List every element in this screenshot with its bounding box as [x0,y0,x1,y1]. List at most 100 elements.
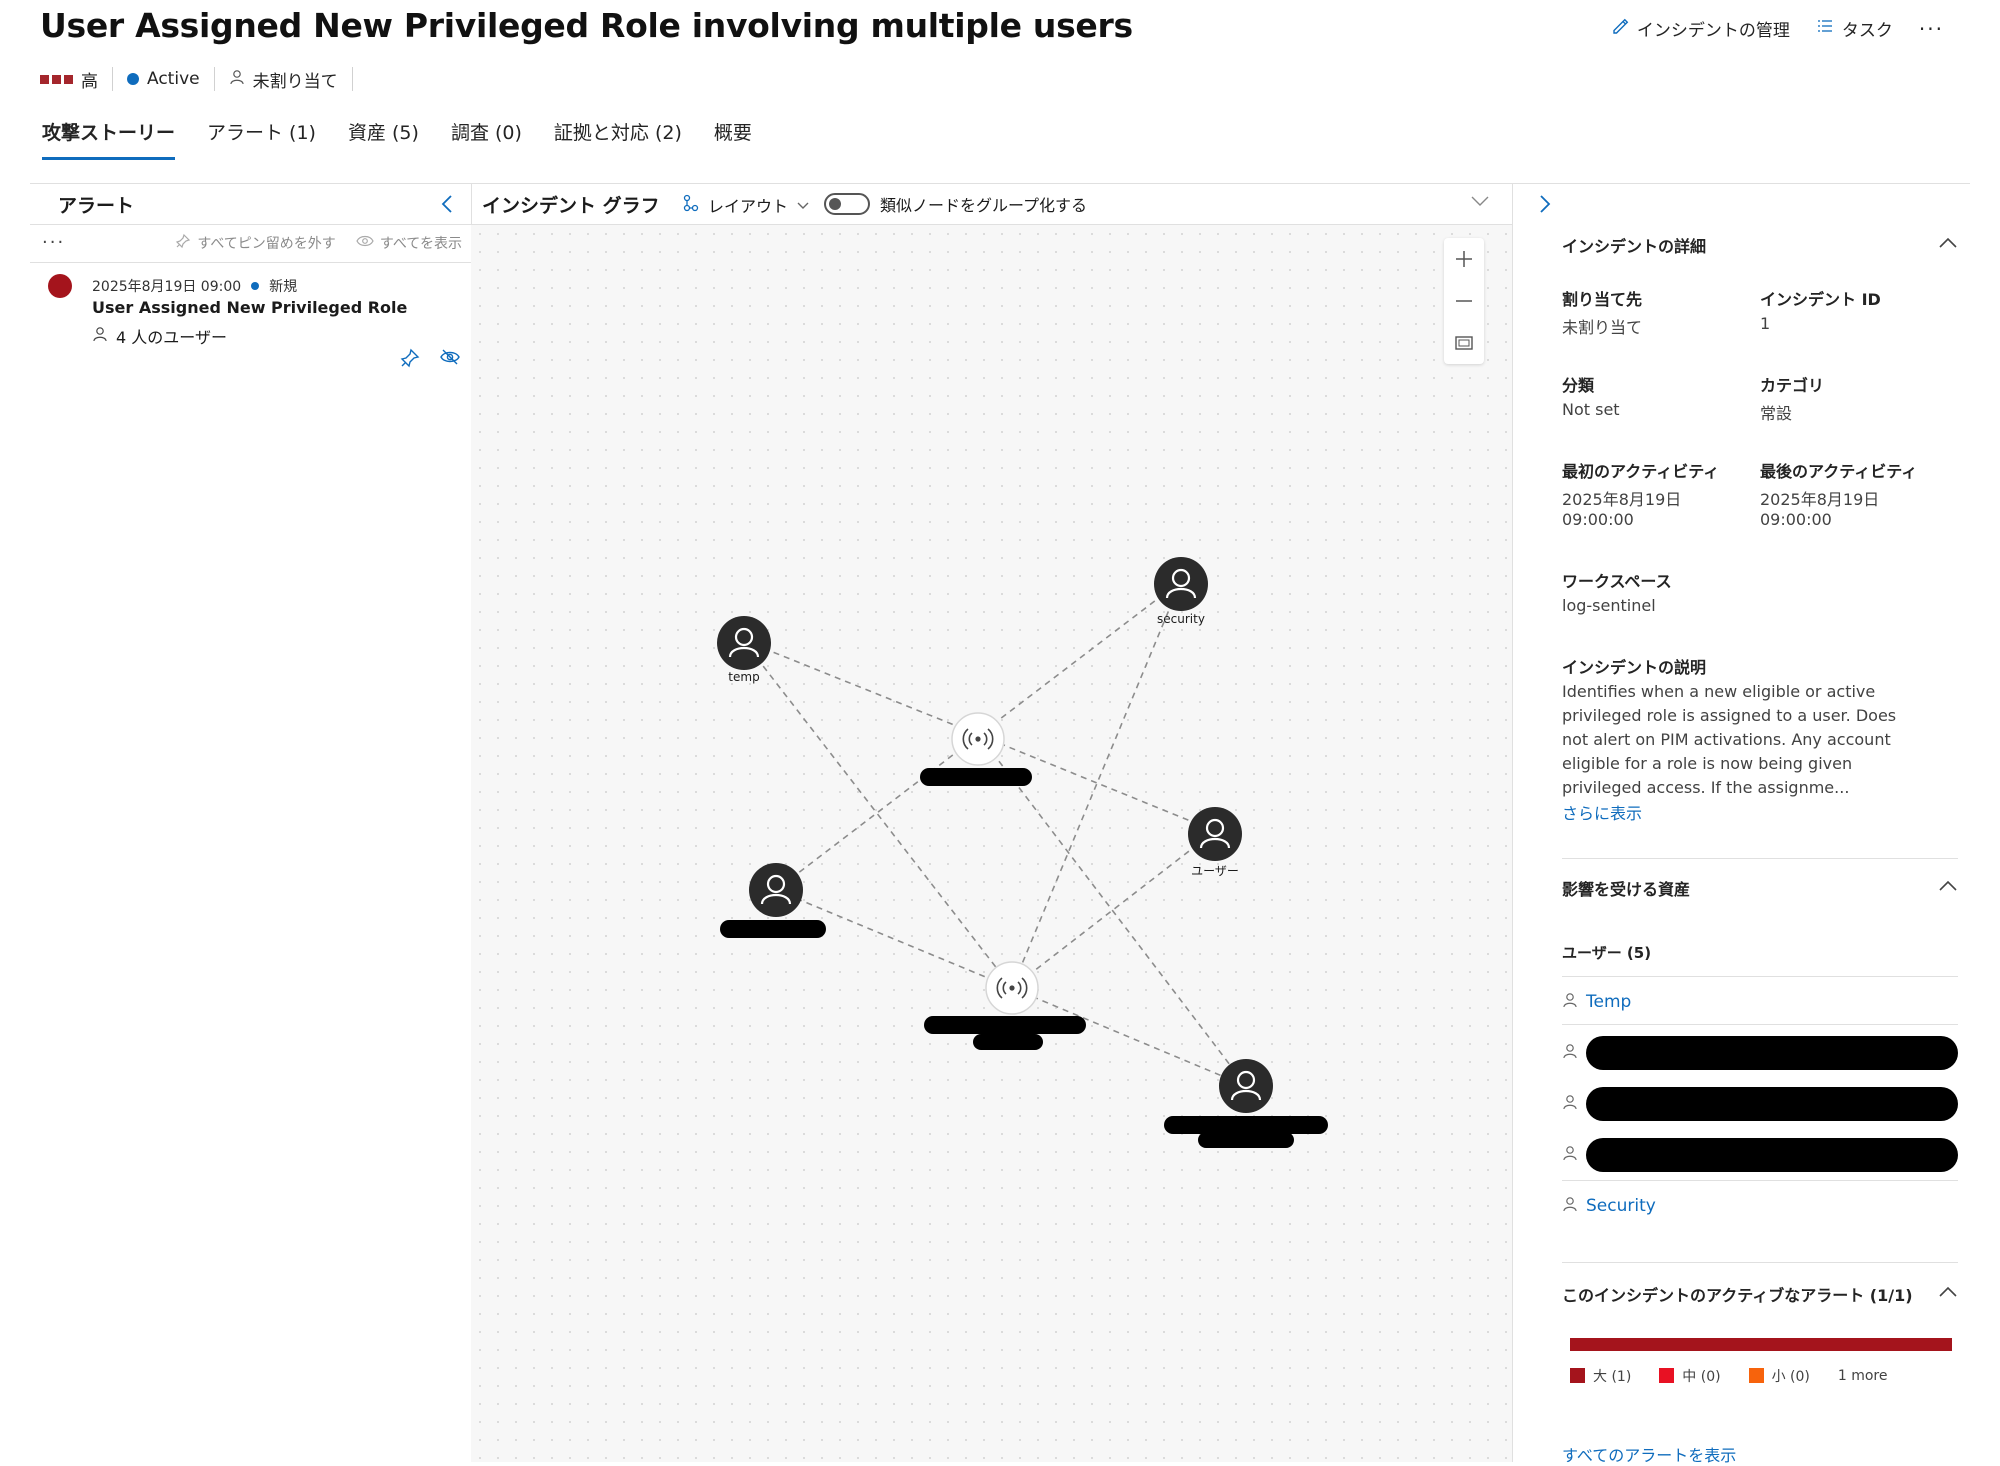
alerts-panel-title: アラート [58,195,135,217]
incident-id-value: 1 [1760,314,1771,333]
chevron-down-icon [796,196,810,215]
tasks-button[interactable]: タスク [1816,16,1893,41]
incident-id-label: インシデント ID [1760,290,1881,309]
tab-alerts[interactable]: アラート (1) [207,118,316,160]
divider [30,183,1970,184]
person-icon [1562,1094,1578,1115]
unpin-icon [175,233,191,253]
expand-details-button[interactable] [1538,194,1552,219]
alerts-more-button[interactable]: ··· [42,232,65,253]
more-actions-button[interactable]: ··· [1919,17,1944,41]
layout-dropdown[interactable]: レイアウト [682,193,810,217]
user-node-redacted-2[interactable] [1218,1058,1274,1114]
redacted-label [1198,1132,1294,1148]
asset-user-link[interactable]: Security [1586,1196,1656,1216]
group-nodes-toggle[interactable]: 類似ノードをグループ化する [824,192,1087,216]
assigned-to-label: 割り当て先 [1562,290,1643,309]
severity-legend: 大 (1) 中 (0) 小 (0) 1 more [1570,1366,1887,1386]
collapse-assets-button[interactable] [1938,877,1958,896]
user-node-redacted-1[interactable] [748,862,804,918]
divider [30,262,471,263]
legend-low-label: 小 (0) [1771,1369,1810,1385]
tab-assets[interactable]: 資産 (5) [348,118,419,160]
chevron-up-icon [1939,1286,1957,1297]
redacted-bar [1586,1087,1958,1121]
alerts-toolbar: ··· すべてピン留めを外す すべてを表示 [42,232,462,253]
collapse-details-button[interactable] [1938,234,1958,253]
chevron-up-icon [1939,237,1957,248]
alert-status: 新規 [269,279,298,295]
legend-more[interactable]: 1 more [1838,1368,1888,1384]
asset-user-redacted[interactable] [1562,1084,1958,1124]
user-node-security[interactable] [1153,556,1209,612]
user-node-temp[interactable] [716,615,772,671]
asset-user-security[interactable]: Security [1562,1186,1958,1226]
new-dot-icon [251,282,260,290]
category-value: 常設 [1760,404,1793,423]
affected-assets-header: 影響を受ける資産 [1562,880,1691,899]
graph-expand-button[interactable] [1470,192,1490,211]
legend-high-swatch [1570,1368,1585,1383]
header-actions: インシデントの管理 タスク ··· [1611,16,1944,41]
person-icon [229,69,245,90]
tab-investigations[interactable]: 調査 (0) [451,118,522,160]
tab-attack-story[interactable]: 攻撃ストーリー [42,118,176,160]
view-all-alerts-link[interactable]: すべてのアラートを表示 [1562,1442,1736,1466]
collapse-active-alerts-button[interactable] [1938,1283,1958,1302]
user-node-icon [1188,807,1242,861]
show-all-button[interactable]: すべてを表示 [356,233,462,253]
toggle-switch[interactable] [824,193,870,215]
last-activity-label: 最後のアクティビティ [1760,462,1918,481]
workspace-label: ワークスペース [1562,572,1672,591]
users-count-header: ユーザー (5) [1562,944,1652,962]
alert-card[interactable]: 2025年8月19日 09:00 新規 User Assigned New Pr… [42,270,462,380]
redacted-label [973,1034,1043,1050]
tab-evidence[interactable]: 証拠と対応 (2) [554,118,682,160]
chevron-up-icon [1939,880,1957,891]
user-node-icon [1219,1059,1273,1113]
tab-summary[interactable]: 概要 [714,118,752,160]
divider [1562,1262,1958,1263]
unpin-all-button[interactable]: すべてピン留めを外す [175,233,336,253]
classification-value: Not set [1562,400,1620,419]
last-activity-date: 2025年8月19日 [1760,490,1880,509]
page-title: User Assigned New Privileged Role involv… [40,6,1133,45]
status-dot-icon [127,73,139,85]
user-node-icon [717,616,771,670]
alert-users: 4 人のユーザー [92,324,227,348]
active-alerts-header: このインシデントのアクティブなアラート (1/1) [1562,1286,1913,1305]
last-activity-time: 09:00:00 [1760,510,1832,529]
divider [1562,1024,1958,1025]
alert-node-1[interactable] [950,711,1006,767]
asset-user-temp[interactable]: Temp [1562,982,1958,1022]
show-more-link[interactable]: さらに表示 [1562,800,1642,824]
task-list-icon [1816,17,1834,40]
legend-high-label: 大 (1) [1593,1369,1632,1385]
chevron-down-icon [1471,196,1489,206]
manage-incident-button[interactable]: インシデントの管理 [1611,16,1790,41]
severity-badge: 高 [40,67,113,92]
asset-user-link[interactable]: Temp [1586,992,1631,1012]
divider [1562,858,1958,859]
chevron-left-icon [441,195,452,213]
tab-bar: 攻撃ストーリー アラート (1) 資産 (5) 調査 (0) 証拠と対応 (2)… [42,118,752,160]
divider [1562,976,1958,977]
unpin-all-label: すべてピン留めを外す [197,235,336,252]
severity-high-icon [48,274,72,298]
asset-user-redacted[interactable] [1562,1135,1958,1175]
first-activity-label: 最初のアクティビティ [1562,462,1720,481]
pin-icon[interactable] [400,348,420,372]
alert-severity-bar [1570,1338,1952,1351]
asset-user-redacted[interactable] [1562,1033,1958,1073]
collapse-alerts-button[interactable] [440,194,454,219]
description-label: インシデントの説明 [1562,658,1707,677]
severity-bars-icon [40,74,73,84]
alert-node-2[interactable] [984,960,1040,1016]
alert-timestamp: 2025年8月19日 09:00 [92,279,242,295]
manage-incident-label: インシデントの管理 [1636,21,1790,41]
legend-high: 大 (1) [1570,1366,1631,1386]
assignee-label: 未割り当て [252,71,338,92]
user-node-user[interactable] [1187,806,1243,862]
show-all-label: すべてを表示 [379,235,462,252]
hide-icon[interactable] [440,348,460,372]
